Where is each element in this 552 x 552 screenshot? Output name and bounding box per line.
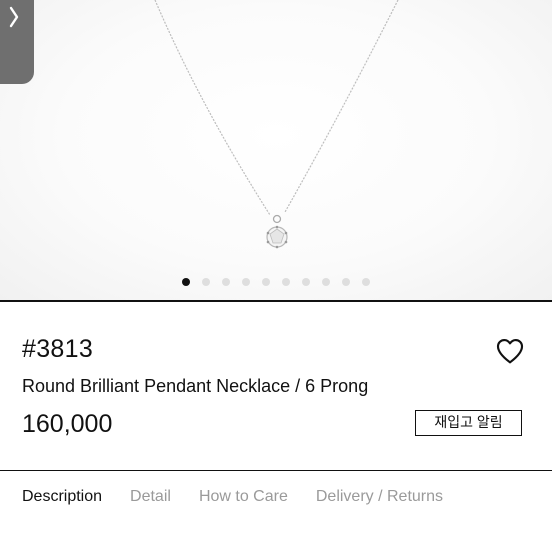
pagination-dot[interactable] — [342, 278, 350, 286]
wishlist-button[interactable] — [494, 335, 526, 367]
pagination-dot[interactable] — [282, 278, 290, 286]
product-sku: #3813 — [22, 335, 94, 363]
product-image-gallery[interactable] — [0, 0, 552, 300]
gallery-prev-button[interactable] — [0, 0, 34, 84]
tab-detail[interactable]: Detail — [130, 488, 171, 506]
pagination-dot[interactable] — [242, 278, 250, 286]
product-title: Round Brilliant Pendant Necklace / 6 Pro… — [22, 376, 369, 396]
tab-delivery-returns[interactable]: Delivery / Returns — [316, 488, 443, 506]
gallery-pagination — [0, 278, 552, 288]
divider — [0, 300, 552, 302]
pagination-dot[interactable] — [182, 278, 190, 286]
tab-description[interactable]: Description — [22, 488, 102, 506]
pagination-dot[interactable] — [222, 278, 230, 286]
restock-alert-button[interactable]: 재입고 알림 — [415, 410, 522, 436]
necklace-photo — [154, 0, 399, 249]
product-info-tabs: Description Detail How to Care Delivery … — [22, 488, 443, 506]
pagination-dot[interactable] — [322, 278, 330, 286]
pagination-dot[interactable] — [202, 278, 210, 286]
product-price: 160,000 — [22, 410, 113, 438]
pagination-dot[interactable] — [262, 278, 270, 286]
pagination-dot[interactable] — [302, 278, 310, 286]
chevron-left-icon — [9, 6, 19, 28]
tab-how-to-care[interactable]: How to Care — [199, 488, 288, 506]
pagination-dot[interactable] — [362, 278, 370, 286]
heart-outline-icon — [496, 339, 524, 364]
divider — [0, 470, 552, 471]
